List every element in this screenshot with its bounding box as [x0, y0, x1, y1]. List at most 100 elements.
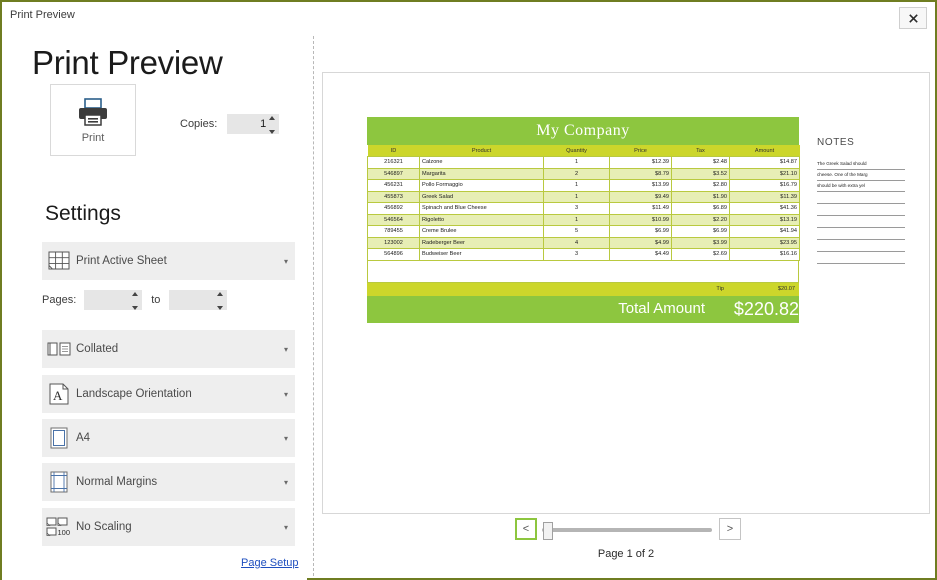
pages-to-increment-icon[interactable] — [217, 292, 224, 296]
cell-id: 546564 — [367, 213, 420, 226]
table-header-row: ID Product Quantity Price Tax Amount — [367, 145, 800, 157]
option-margins[interactable]: Normal Margins ▾ — [42, 463, 295, 501]
option-collation-label: Collated — [76, 343, 119, 355]
option-margins-label: Normal Margins — [76, 476, 158, 488]
table-row: 216321 Calzone 1 $12.39 $2.48 $14.87 — [367, 156, 800, 169]
copies-label: Copies: — [180, 118, 218, 130]
page-setup-link[interactable]: Page Setup — [241, 557, 299, 569]
column-header-tax: Tax — [671, 145, 730, 157]
margins-icon — [42, 471, 76, 493]
pages-from-increment-icon[interactable] — [132, 292, 139, 296]
chevron-down-icon[interactable]: ▾ — [277, 390, 295, 399]
page-title: Print Preview — [32, 44, 223, 81]
copies-increment-icon[interactable] — [269, 116, 276, 120]
pages-to-input[interactable] — [169, 290, 228, 310]
cell-tax: $3.99 — [671, 236, 730, 249]
close-icon — [908, 13, 918, 23]
cell-tax: $3.52 — [671, 167, 730, 180]
close-window-button[interactable] — [899, 7, 927, 29]
notes-title: NOTES — [817, 137, 855, 148]
cell-price: $6.99 — [609, 225, 672, 238]
chevron-down-icon[interactable]: ▾ — [277, 478, 295, 487]
pages-label: Pages: — [42, 294, 77, 306]
cell-price: $4.49 — [609, 248, 672, 261]
note-line: should be with extra yel — [817, 181, 905, 192]
total-row: Total Amount $220.82 — [367, 295, 799, 323]
panel-divider — [313, 36, 314, 576]
tip-row: Tip $20.07 — [367, 282, 799, 296]
cell-product: Budweiser Beer — [419, 248, 544, 261]
chevron-down-icon[interactable]: ▾ — [277, 257, 295, 266]
cell-id: 455873 — [367, 190, 420, 203]
note-line-blank — [817, 216, 905, 228]
column-header-id: ID — [367, 145, 420, 157]
option-paper-size-label: A4 — [76, 432, 91, 444]
page-scroll-thumb[interactable] — [543, 522, 553, 540]
option-print-range-label: Print Active Sheet — [76, 255, 167, 267]
cell-price: $11.49 — [609, 202, 672, 215]
table-row: 456231 Pollo Formaggio 1 $13.99 $2.80 $16.79 — [367, 179, 800, 192]
copies-stepper[interactable]: 1 — [227, 114, 280, 134]
column-header-price: Price — [609, 145, 672, 157]
cell-amount: $41.94 — [729, 225, 800, 238]
cell-product: Greek Salad — [419, 190, 544, 203]
cell-product: Pollo Formaggio — [419, 179, 544, 192]
pages-from-arrows[interactable] — [131, 292, 139, 310]
print-button-label: Print — [81, 131, 105, 144]
cell-tax: $2.48 — [671, 156, 730, 169]
copies-stepper-arrows[interactable] — [268, 116, 276, 134]
pages-from-decrement-icon[interactable] — [132, 306, 139, 310]
preview-sheet: My Company ID Product Quantity Price Tax… — [367, 117, 800, 323]
option-collation[interactable]: Collated ▾ — [42, 330, 295, 368]
chevron-down-icon[interactable]: ▾ — [277, 434, 295, 443]
settings-heading: Settings — [45, 202, 121, 225]
cell-tax: $1.90 — [671, 190, 730, 203]
option-paper-size[interactable]: A4 ▾ — [42, 419, 295, 457]
cell-quantity: 1 — [543, 190, 610, 203]
next-page-button[interactable]: > — [719, 518, 741, 540]
sheet-banner-title: My Company — [367, 117, 799, 145]
preview-pane: My Company ID Product Quantity Price Tax… — [322, 72, 930, 514]
cell-amount: $16.16 — [729, 248, 800, 261]
option-print-range[interactable]: Print Active Sheet ▾ — [42, 242, 295, 280]
cell-tax: $6.89 — [671, 202, 730, 215]
table-row: 123002 Radeberger Beer 4 $4.99 $3.99 $23.95 — [367, 236, 800, 249]
tip-value: $20.07 — [777, 285, 795, 292]
table-row: 789455 Creme Brulee 5 $6.99 $6.99 $41.94 — [367, 225, 800, 238]
cell-tax: $2.20 — [671, 213, 730, 226]
cell-price: $12.39 — [609, 156, 672, 169]
preview-navigation: < > — [322, 518, 930, 544]
cell-product: Spinach and Blue Cheese — [419, 202, 544, 215]
cell-product: Calzone — [419, 156, 544, 169]
pages-to-decrement-icon[interactable] — [217, 306, 224, 310]
svg-text:A: A — [53, 388, 63, 403]
note-line: The Greek Salad should — [817, 159, 905, 170]
cell-price: $13.99 — [609, 179, 672, 192]
table-row: 455873 Greek Salad 1 $9.49 $1.90 $11.39 — [367, 190, 800, 203]
print-button[interactable]: Print — [50, 84, 136, 156]
option-orientation[interactable]: A Landscape Orientation ▾ — [42, 375, 295, 413]
cell-quantity: 4 — [543, 236, 610, 249]
cell-amount: $41.36 — [729, 202, 800, 215]
pages-from-input[interactable] — [84, 290, 143, 310]
option-orientation-label: Landscape Orientation — [76, 388, 192, 400]
cell-tax: $2.80 — [671, 179, 730, 192]
copies-decrement-icon[interactable] — [269, 130, 276, 134]
column-header-amount: Amount — [729, 145, 800, 157]
cell-product: Creme Brulee — [419, 225, 544, 238]
cell-quantity: 1 — [543, 213, 610, 226]
cell-id: 546897 — [367, 167, 420, 180]
cell-product: Rigoletto — [419, 213, 544, 226]
note-line-blank — [817, 204, 905, 216]
chevron-down-icon[interactable]: ▾ — [277, 345, 295, 354]
cell-id: 564896 — [367, 248, 420, 261]
cell-id: 789455 — [367, 225, 420, 238]
note-line-blank — [817, 240, 905, 252]
cell-amount: $23.95 — [729, 236, 800, 249]
option-scaling[interactable]: 100 No Scaling ▾ — [42, 508, 295, 546]
cell-amount: $13.19 — [729, 213, 800, 226]
pages-to-arrows[interactable] — [216, 292, 224, 310]
chevron-down-icon[interactable]: ▾ — [277, 523, 295, 532]
previous-page-button[interactable]: < — [515, 518, 537, 540]
page-scroll-track[interactable] — [542, 528, 712, 532]
